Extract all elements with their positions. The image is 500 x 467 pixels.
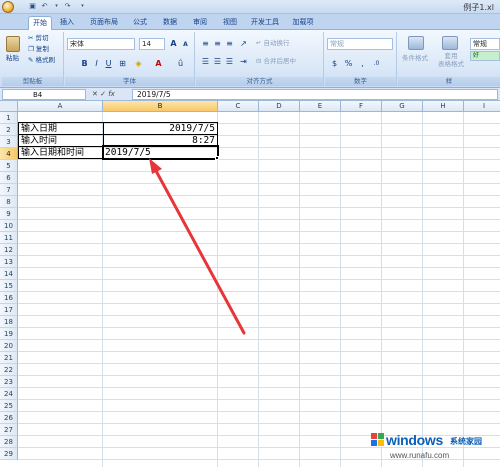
align-middle-icon[interactable]: ≡ — [212, 38, 223, 49]
paste-button[interactable]: 粘贴 — [6, 54, 19, 63]
tab-addins[interactable]: 加载项 — [288, 16, 318, 30]
save-icon[interactable]: ▣ — [28, 2, 37, 11]
scissors-icon: ✂ — [28, 34, 34, 42]
tab-home[interactable]: 开始 — [28, 16, 52, 30]
borders-icon[interactable]: ⊞ — [117, 58, 128, 69]
wrap-icon: ↵ — [256, 39, 262, 47]
grow-font-button[interactable]: A — [168, 38, 179, 49]
format-as-table-button[interactable]: 套用 表格格式 — [438, 52, 464, 68]
font-name-select[interactable]: 宋体 — [67, 38, 135, 50]
tab-view[interactable]: 视图 — [218, 16, 242, 30]
title-bar: ▣ ↶ ▾ ↷ ▾ 例子1.xl — [0, 0, 500, 14]
align-top-icon[interactable]: ≡ — [200, 38, 211, 49]
alignment-group-label: 对齐方式 — [196, 77, 323, 86]
undo-icon[interactable]: ↶ — [40, 2, 49, 11]
number-format-select[interactable]: 常规 — [327, 38, 393, 50]
comma-icon[interactable]: , — [357, 58, 368, 69]
copy-button[interactable]: ❐ 复制 — [28, 45, 49, 54]
align-bottom-icon[interactable]: ≡ — [224, 38, 235, 49]
tab-data[interactable]: 数据 — [158, 16, 182, 30]
wrap-text-button[interactable]: ↵ 自动换行 — [256, 39, 290, 48]
watermark: windows 系统家园 www.runafu.com — [370, 430, 498, 464]
font-color-icon[interactable]: A — [153, 58, 164, 69]
tab-formulas[interactable]: 公式 — [128, 16, 152, 30]
undo-dropdown-icon[interactable]: ▾ — [52, 2, 61, 11]
font-group-label: 字体 — [65, 77, 194, 86]
number-group-label: 数字 — [325, 77, 396, 86]
currency-icon[interactable]: $ — [329, 58, 340, 69]
orientation-icon[interactable]: ↗ — [238, 38, 249, 49]
windows-logo-icon — [371, 433, 384, 446]
font-size-select[interactable]: 14 — [139, 38, 165, 50]
clipboard-group: 粘贴 ✂ 剪切 ❐ 复制 ✎ 格式刷 剪贴板 — [2, 32, 64, 86]
window-title: 例子1.xl — [463, 3, 494, 12]
conditional-format-icon[interactable] — [408, 36, 424, 50]
annotation-arrow — [149, 158, 246, 335]
merge-center-button[interactable]: ⊟ 合并后居中 — [256, 57, 296, 66]
tab-review[interactable]: 审阅 — [188, 16, 212, 30]
number-group: 常规 $ % , .0 数字 — [325, 32, 397, 86]
redo-icon[interactable]: ↷ — [63, 2, 72, 11]
conditional-format-button[interactable]: 条件格式 — [402, 54, 428, 63]
style-normal[interactable]: 常规 — [470, 38, 500, 50]
copy-icon: ❐ — [28, 45, 34, 53]
indent-icon[interactable]: ⇥ — [238, 56, 249, 67]
align-right-icon[interactable]: ☰ — [224, 56, 235, 67]
table-format-icon[interactable] — [442, 36, 458, 50]
alignment-group: ≡ ≡ ≡ ↗ ↵ 自动换行 ☰ ☰ ☰ ⇥ ⊟ 合并后居中 对齐方式 — [196, 32, 324, 86]
cut-button[interactable]: ✂ 剪切 — [28, 34, 49, 43]
watermark-cn: 系统家园 — [450, 437, 482, 446]
align-left-icon[interactable]: ☰ — [200, 56, 211, 67]
cancel-icon[interactable]: ✕ — [92, 90, 98, 98]
styles-group: 条件格式 套用 表格格式 常规 好 样 — [398, 32, 500, 86]
quick-access-dropdown-icon[interactable]: ▾ — [78, 2, 87, 11]
style-good[interactable]: 好 — [470, 51, 500, 61]
watermark-brand: windows — [386, 432, 444, 448]
brush-icon: ✎ — [28, 56, 34, 64]
ribbon: 粘贴 ✂ 剪切 ❐ 复制 ✎ 格式刷 剪贴板 宋体 14 A A B I U ⊞… — [0, 30, 500, 88]
underline-button[interactable]: U — [103, 58, 114, 69]
function-icon[interactable]: fx — [108, 90, 115, 98]
italic-button[interactable]: I — [91, 58, 102, 69]
spreadsheet-grid: ABCDEFGHI 1 2 3 4 5 6 7 8 9 10 11 12 13 14 15 16 17 18 19 2… — [0, 101, 500, 467]
format-painter-button[interactable]: ✎ 格式刷 — [28, 56, 55, 65]
phonetic-icon[interactable]: ǘ — [175, 58, 186, 69]
enter-icon[interactable]: ✓ — [100, 90, 106, 98]
formula-bar: B4 ✕ ✓ fx 2019/7/5 — [0, 88, 500, 101]
merge-icon: ⊟ — [256, 57, 262, 65]
office-button[interactable] — [2, 1, 14, 13]
tab-page-layout[interactable]: 页面布局 — [84, 16, 124, 30]
fill-color-icon[interactable]: ◈ — [133, 58, 144, 69]
align-center-icon[interactable]: ☰ — [212, 56, 223, 67]
formula-icons: ✕ ✓ fx — [92, 89, 115, 100]
bold-button[interactable]: B — [79, 58, 90, 69]
ribbon-tabs: 开始 插入 页面布局 公式 数据 审阅 视图 开发工具 加载项 — [0, 14, 500, 30]
formula-input[interactable]: 2019/7/5 — [132, 89, 498, 100]
percent-icon[interactable]: % — [343, 58, 354, 69]
paste-icon[interactable] — [6, 36, 20, 52]
clipboard-group-label: 剪贴板 — [2, 77, 63, 86]
font-group: 宋体 14 A A B I U ⊞ ◈ A ǘ 字体 — [65, 32, 195, 86]
watermark-url: www.runafu.com — [390, 451, 450, 460]
name-box[interactable]: B4 — [2, 89, 86, 100]
shrink-font-button[interactable]: A — [180, 39, 191, 50]
tab-insert[interactable]: 插入 — [56, 16, 78, 30]
decimal-icon[interactable]: .0 — [371, 58, 382, 69]
tab-developer[interactable]: 开发工具 — [248, 16, 282, 30]
styles-group-label: 样 — [398, 77, 500, 86]
